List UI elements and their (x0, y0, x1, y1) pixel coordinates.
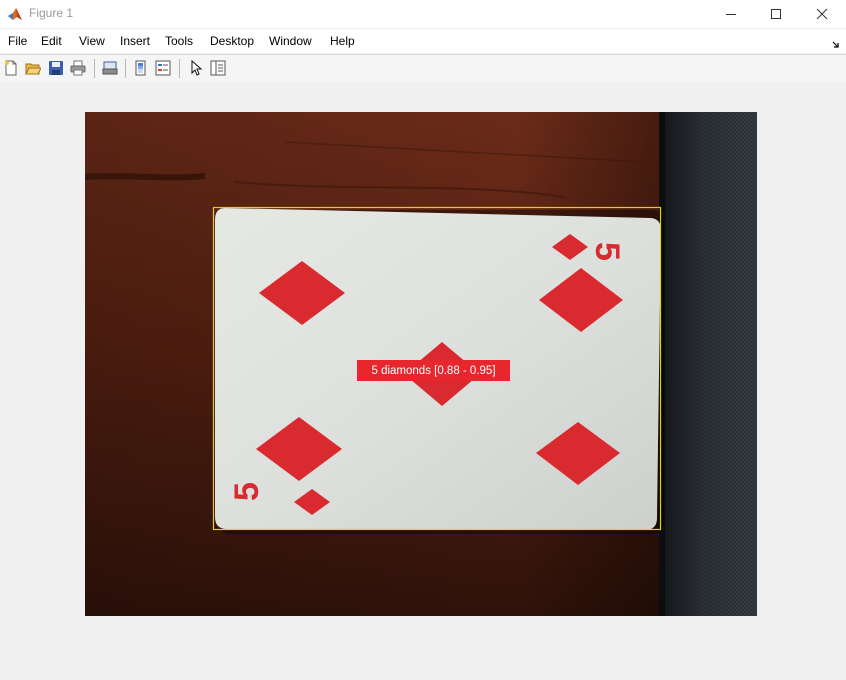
new-figure-icon (5, 60, 17, 76)
minimize-icon (726, 14, 736, 15)
close-button[interactable] (799, 0, 845, 28)
new-figure-button[interactable] (2, 59, 20, 77)
menu-window[interactable]: Window (269, 34, 312, 48)
link-print-button[interactable] (101, 59, 119, 77)
close-icon (816, 8, 828, 20)
menu-desktop[interactable]: Desktop (210, 34, 254, 48)
print-icon (70, 60, 86, 76)
corner-rank-bottom: 5 (228, 482, 266, 501)
maximize-button[interactable] (753, 0, 799, 28)
fabric-texture (661, 112, 757, 616)
menu-insert[interactable]: Insert (120, 34, 150, 48)
detection-label: 5 diamonds [0.88 - 0.95] (357, 360, 510, 381)
menu-file[interactable]: File (8, 34, 27, 48)
save-icon (49, 61, 63, 75)
menu-bar: File Edit View Insert Tools Desktop Wind… (0, 29, 846, 53)
print-button[interactable] (69, 59, 87, 77)
open-file-icon (25, 63, 41, 75)
wood-scratch (85, 173, 206, 181)
title-bar: Figure 1 (0, 0, 846, 28)
pointer-icon (191, 60, 203, 76)
maximize-icon (771, 9, 781, 19)
figure-toolbar (0, 54, 846, 83)
link-print-icon (102, 61, 118, 75)
legend-icon (155, 60, 171, 76)
menu-help[interactable]: Help (330, 34, 355, 48)
pointer-button[interactable] (187, 59, 205, 77)
open-file-button[interactable] (24, 59, 42, 77)
minimize-button[interactable] (708, 0, 754, 28)
corner-rank-top: 5 (588, 242, 626, 261)
window-title: Figure 1 (29, 6, 74, 20)
menu-edit[interactable]: Edit (41, 34, 62, 48)
colorbar-button[interactable] (132, 59, 150, 77)
toolbar-separator (179, 59, 180, 78)
toolbar-separator (94, 59, 95, 78)
legend-button[interactable] (154, 59, 172, 77)
save-button[interactable] (47, 59, 65, 77)
toolbar-separator (125, 59, 126, 78)
menu-tools[interactable]: Tools (165, 34, 193, 48)
property-inspector-button[interactable] (209, 59, 227, 77)
colorbar-icon (135, 60, 146, 76)
dock-arrow-icon[interactable] (832, 36, 840, 54)
matlab-logo-icon (7, 6, 23, 22)
property-inspector-icon (210, 60, 226, 76)
menu-view[interactable]: View (79, 34, 105, 48)
